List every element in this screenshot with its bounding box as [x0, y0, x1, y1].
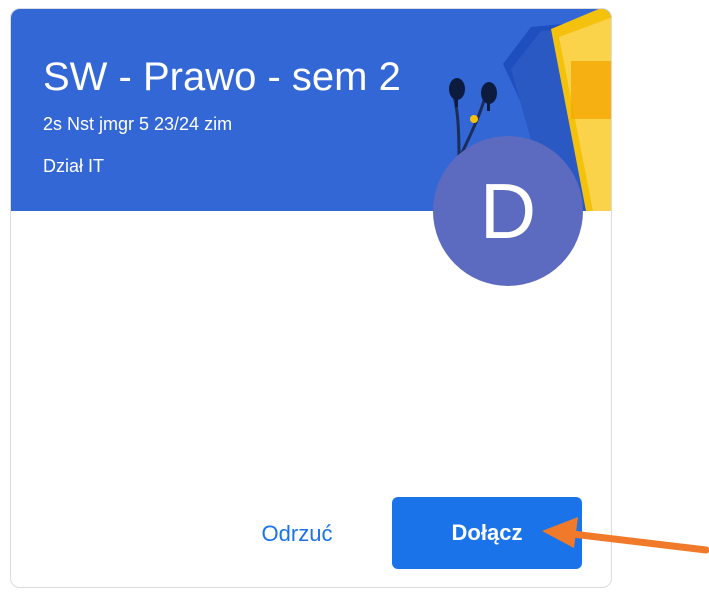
decline-button-label: Odrzuć: [261, 521, 333, 546]
avatar-letter: D: [479, 166, 537, 255]
decline-button[interactable]: Odrzuć: [233, 498, 361, 570]
arrow-left-icon: [542, 517, 709, 554]
class-title[interactable]: SW - Prawo - sem 2: [43, 53, 401, 101]
join-button-label: Dołącz: [451, 520, 523, 545]
class-invite-card: SW - Prawo - sem 2 2s Nst jmgr 5 23/24 z…: [10, 8, 612, 588]
owner-avatar: D: [433, 136, 583, 286]
class-section: 2s Nst jmgr 5 23/24 zim: [43, 114, 233, 134]
screen: SW - Prawo - sem 2 2s Nst jmgr 5 23/24 z…: [0, 0, 709, 594]
class-owner: Dział IT: [43, 156, 105, 176]
